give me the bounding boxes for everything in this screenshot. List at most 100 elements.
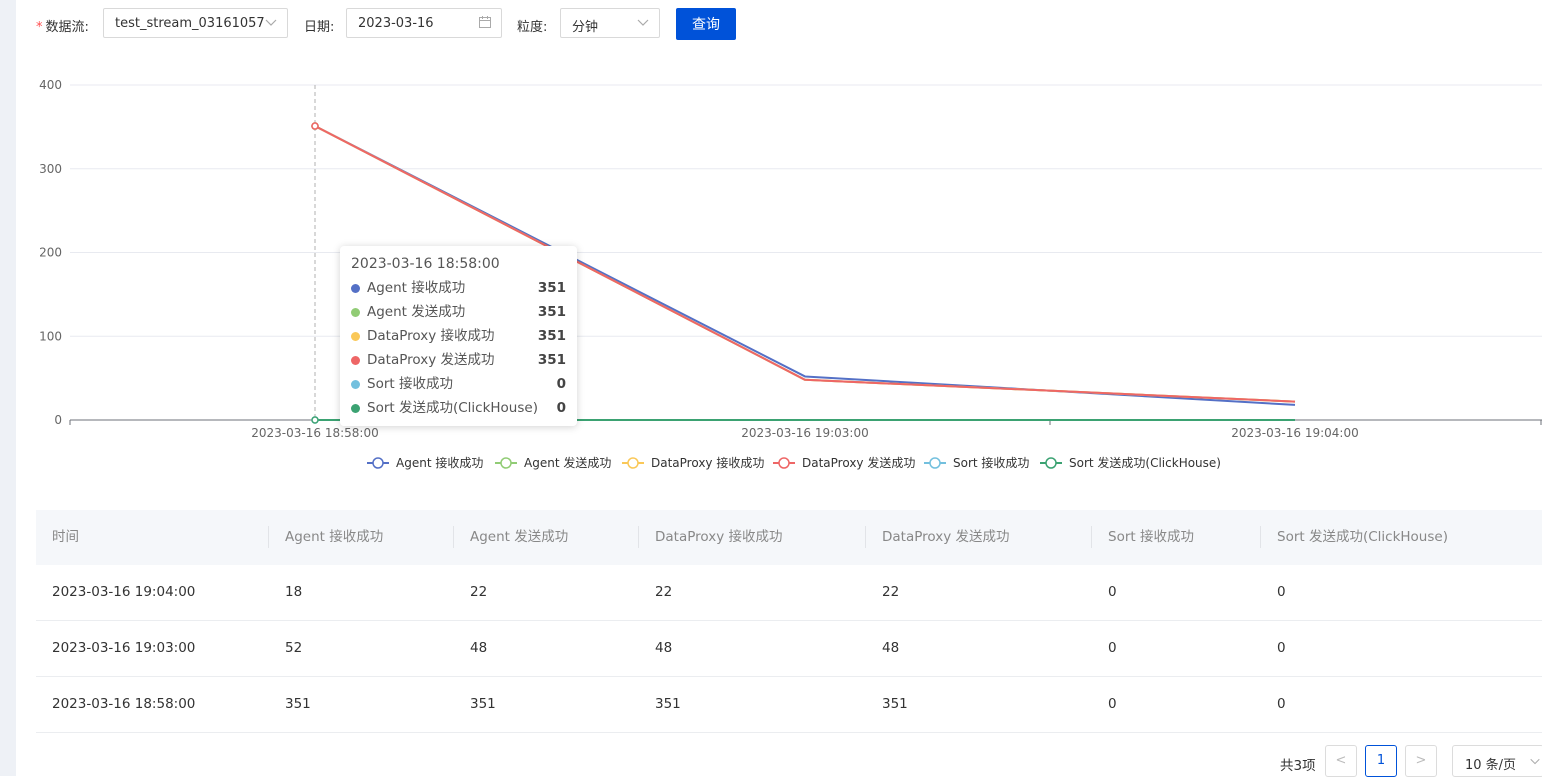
- chevron-down-icon: [1530, 758, 1540, 765]
- legend-label: Agent 接收成功: [396, 455, 483, 470]
- table-cell: 0: [1277, 696, 1286, 712]
- legend-marker-icon: [500, 457, 512, 469]
- table-cell: 0: [1277, 640, 1286, 656]
- table-cell: 351: [655, 696, 681, 712]
- table-cell: 2023-03-16 19:04:00: [52, 584, 196, 600]
- pagination-prev-button[interactable]: <: [1325, 745, 1357, 777]
- tooltip-series-dot: [351, 332, 360, 341]
- tooltip-row: DataProxy 接收成功 351: [351, 327, 566, 351]
- calendar-icon: [479, 16, 491, 28]
- chart-tooltip: 2023-03-16 18:58:00 Agent 接收成功 351 Agent 发…: [340, 246, 577, 426]
- tooltip-series-value: 351: [537, 352, 566, 368]
- legend-marker-icon: [372, 457, 384, 469]
- stream-label: * 数据流:: [36, 20, 89, 35]
- x-tick-label: 2023-03-16 19:03:00: [741, 426, 868, 440]
- table-cell: 18: [285, 584, 303, 600]
- query-button[interactable]: 查询: [676, 8, 736, 40]
- legend-marker-icon: [627, 457, 639, 469]
- tooltip-series-name: DataProxy 接收成功: [367, 328, 495, 344]
- legend-label: Sort 接收成功: [953, 455, 1029, 470]
- table-cell: 0: [1108, 640, 1117, 656]
- column-header: 时间: [52, 529, 79, 545]
- tooltip-series-value: 0: [556, 376, 566, 392]
- table-cell: 0: [1277, 584, 1286, 600]
- legend-label: DataProxy 接收成功: [651, 455, 764, 470]
- page-size-select[interactable]: 10 条/页: [1452, 745, 1542, 777]
- data-point: [311, 122, 319, 130]
- column-header: Sort 发送成功(ClickHouse): [1277, 529, 1448, 545]
- tooltip-series-dot: [351, 404, 360, 413]
- table-header: 时间 Agent 接收成功 Agent 发送成功 DataProxy 接收成功 …: [36, 510, 1542, 565]
- tooltip-series-value: 351: [537, 328, 566, 344]
- tooltip-series-name: Sort 发送成功(ClickHouse): [367, 400, 538, 416]
- tooltip-series-dot: [351, 308, 360, 317]
- chevron-down-icon: [265, 19, 277, 26]
- tooltip-series-value: 0: [556, 400, 566, 416]
- stream-select[interactable]: test_stream_03161057: [103, 8, 288, 38]
- column-divider: [865, 526, 866, 548]
- y-tick-label: 100: [39, 329, 62, 343]
- column-header: Agent 发送成功: [470, 529, 569, 545]
- y-tick-label: 0: [54, 413, 62, 427]
- column-divider: [1260, 526, 1261, 548]
- tooltip-series-value: 351: [537, 280, 566, 296]
- y-tick-label: 400: [39, 78, 62, 92]
- pagination-total: 共3项: [1280, 758, 1316, 774]
- table-cell: 22: [882, 584, 900, 600]
- stream-select-value: test_stream_03161057: [115, 16, 265, 31]
- tooltip-row: DataProxy 发送成功 351: [351, 351, 566, 375]
- column-divider: [638, 526, 639, 548]
- tooltip-series-name: Sort 接收成功: [367, 376, 453, 392]
- column-header: Agent 接收成功: [285, 529, 384, 545]
- page-size-value: 10 条/页: [1465, 758, 1517, 773]
- pagination-next-button[interactable]: >: [1405, 745, 1437, 777]
- granularity-select-value: 分钟: [572, 20, 599, 35]
- tooltip-row: Sort 接收成功 0: [351, 375, 566, 399]
- date-picker[interactable]: 2023-03-16: [346, 8, 502, 38]
- table-cell: 0: [1108, 584, 1117, 600]
- chevron-down-icon: [637, 19, 649, 26]
- legend-marker-icon: [778, 457, 790, 469]
- granularity-select[interactable]: 分钟: [560, 8, 660, 38]
- column-divider: [268, 526, 269, 548]
- table-cell: 48: [470, 640, 488, 656]
- table-row: 2023-03-16 19:03:00 52 48 48 48 0 0: [36, 621, 1542, 677]
- column-header: DataProxy 发送成功: [882, 529, 1010, 545]
- table-row: 2023-03-16 19:04:00 18 22 22 22 0 0: [36, 565, 1542, 621]
- legend-marker-icon: [929, 457, 941, 469]
- table-cell: 52: [285, 640, 303, 656]
- pagination-page-button[interactable]: 1: [1365, 745, 1397, 777]
- table-cell: 351: [470, 696, 496, 712]
- table-cell: 48: [655, 640, 673, 656]
- legend-marker-icon: [1045, 457, 1057, 469]
- y-tick-label: 200: [39, 246, 62, 260]
- line-chart: 0 100 200 300 400 2023-03-16 18:58:00 2023-03-…: [39, 78, 1542, 470]
- table-cell: 2023-03-16 19:03:00: [52, 640, 196, 656]
- table-cell: 0: [1108, 696, 1117, 712]
- data-table: 时间 Agent 接收成功 Agent 发送成功 DataProxy 接收成功 …: [36, 510, 1542, 733]
- legend-label: Sort 发送成功(ClickHouse): [1069, 455, 1221, 470]
- tooltip-row: Agent 发送成功 351: [351, 303, 566, 327]
- column-header: DataProxy 接收成功: [655, 529, 783, 545]
- tooltip-series-dot: [351, 356, 360, 365]
- required-mark: *: [36, 20, 43, 35]
- tooltip-series-dot: [351, 380, 360, 389]
- table-cell: 351: [285, 696, 311, 712]
- tooltip-row: Agent 接收成功 351: [351, 279, 566, 303]
- table-cell: 2023-03-16 18:58:00: [52, 696, 196, 712]
- column-divider: [453, 526, 454, 548]
- table-cell: 22: [470, 584, 488, 600]
- table-row: 2023-03-16 18:58:00 351 351 351 351 0 0: [36, 677, 1542, 733]
- tooltip-title: 2023-03-16 18:58:00: [351, 256, 500, 272]
- table-cell: 351: [882, 696, 908, 712]
- legend-label: DataProxy 发送成功: [802, 455, 915, 470]
- tooltip-series-dot: [351, 284, 360, 293]
- tooltip-series-name: DataProxy 发送成功: [367, 352, 495, 368]
- column-divider: [1091, 526, 1092, 548]
- tooltip-series-value: 351: [537, 304, 566, 320]
- tooltip-series-name: Agent 发送成功: [367, 304, 466, 320]
- tooltip-series-name: Agent 接收成功: [367, 280, 466, 296]
- date-picker-value: 2023-03-16: [358, 16, 434, 31]
- column-header: Sort 接收成功: [1108, 529, 1194, 545]
- table-cell: 22: [655, 584, 673, 600]
